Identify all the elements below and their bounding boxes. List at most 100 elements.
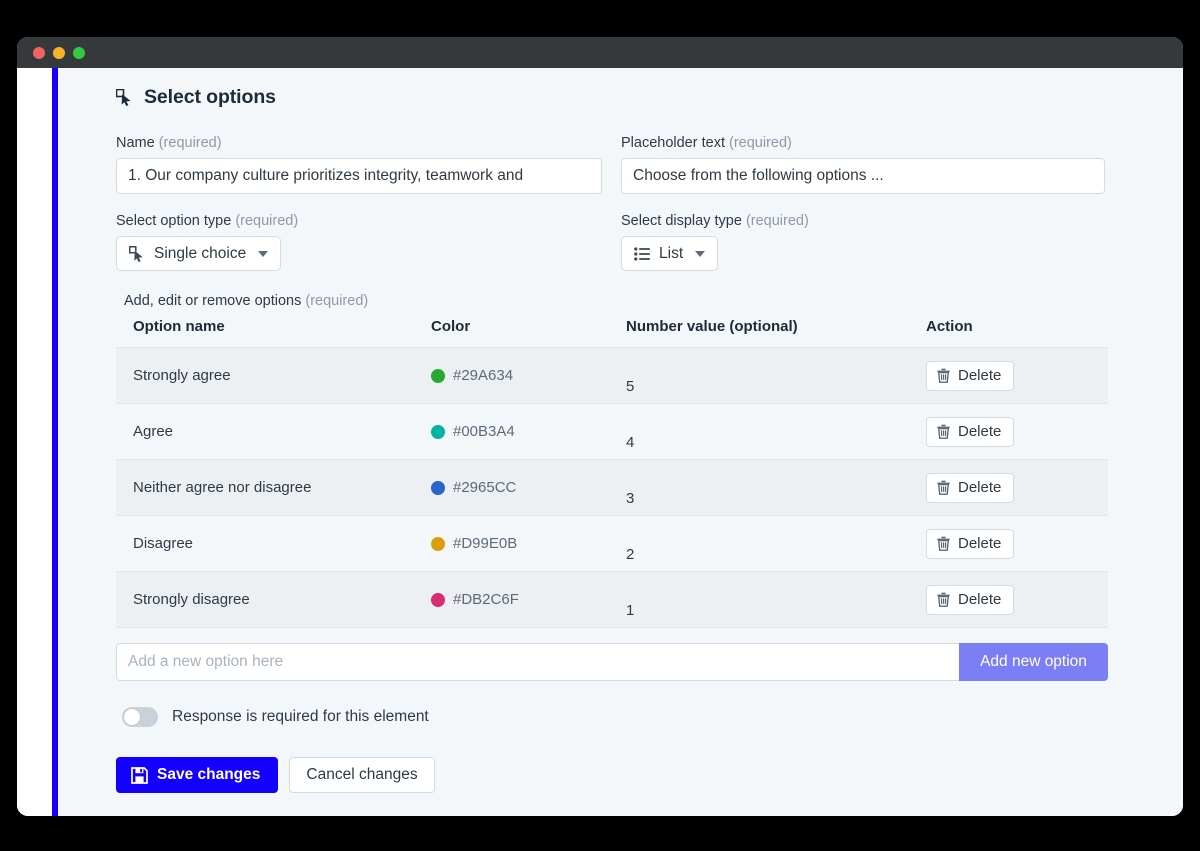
option-color-cell[interactable]: #29A634 [431, 347, 626, 404]
delete-option-button[interactable]: Delete [926, 528, 1015, 559]
table-row: Agree #00B3A4 4 Delete [116, 403, 1108, 460]
option-color-cell[interactable]: #DB2C6F [431, 571, 626, 628]
option-type-label: Select option type (required) [116, 213, 299, 229]
add-option-row: Add new option [116, 643, 1108, 681]
color-swatch-icon [431, 480, 445, 495]
chevron-down-icon [695, 250, 706, 257]
list-icon [634, 246, 650, 262]
save-changes-label: Save changes [157, 766, 261, 783]
section-header: Select options [116, 86, 1183, 109]
option-type-group: Select option type (required) Single cho… [116, 213, 621, 271]
placeholder-field-group: Placeholder text (required) [621, 135, 1111, 194]
color-hex-label: #DB2C6F [453, 591, 519, 608]
add-option-input[interactable] [116, 643, 959, 681]
name-field-label: Name (required) [116, 135, 222, 151]
color-swatch-icon [431, 368, 445, 383]
option-number-cell[interactable]: 1 [626, 571, 926, 628]
name-field-group: Name (required) [116, 135, 621, 194]
chevron-down-icon [258, 250, 269, 257]
table-row: Strongly disagree #DB2C6F 1 Delete [116, 571, 1108, 628]
delete-label: Delete [958, 591, 1002, 608]
option-color-cell[interactable]: #00B3A4 [431, 403, 626, 460]
column-header-color: Color [431, 318, 626, 348]
options-table-label: Add, edit or remove options (required) [124, 293, 369, 309]
name-input[interactable] [116, 158, 602, 194]
placeholder-field-label: Placeholder text (required) [621, 135, 792, 151]
delete-option-button[interactable]: Delete [926, 584, 1015, 615]
window-titlebar [17, 37, 1183, 68]
trash-icon [936, 424, 951, 439]
delete-label: Delete [958, 367, 1002, 384]
option-number-value: 1 [626, 602, 635, 619]
delete-option-button[interactable]: Delete [926, 472, 1015, 503]
delete-option-button[interactable]: Delete [926, 416, 1015, 447]
column-header-option-name: Option name [116, 318, 431, 348]
trash-icon [936, 480, 951, 495]
option-action-cell: Delete [926, 347, 1108, 404]
save-changes-button[interactable]: Save changes [116, 757, 279, 793]
option-action-cell: Delete [926, 459, 1108, 516]
response-required-label: Response is required for this element [172, 708, 429, 725]
table-row: Neither agree nor disagree #2965CC 3 Delete [116, 459, 1108, 516]
option-color-cell[interactable]: #2965CC [431, 459, 626, 516]
color-swatch-icon [431, 536, 445, 551]
table-row: Disagree #D99E0B 2 Delete [116, 515, 1108, 572]
option-number-value: 3 [626, 490, 635, 507]
maximize-window-button[interactable] [73, 46, 85, 59]
option-name-cell[interactable]: Strongly disagree [116, 571, 431, 628]
option-name-cell[interactable]: Neither agree nor disagree [116, 459, 431, 516]
minimize-window-button[interactable] [53, 46, 65, 59]
window-body: Select options Name (required) 1. Our co… [17, 68, 1183, 816]
options-table-header: Option name Color Number value (optional… [116, 318, 1108, 348]
display-type-dropdown[interactable]: List [621, 236, 719, 271]
option-name-cell[interactable]: Strongly agree [116, 347, 431, 404]
option-number-cell[interactable]: 5 [626, 347, 926, 404]
response-required-toggle[interactable] [122, 707, 158, 727]
color-hex-label: #29A634 [453, 367, 514, 384]
options-table-required-tag: (required) [305, 293, 369, 309]
color-swatch-icon [431, 592, 445, 607]
page-title: Select options [144, 86, 276, 108]
option-number-value: 4 [626, 434, 635, 451]
option-name-cell[interactable]: Agree [116, 403, 431, 460]
placeholder-text-input[interactable] [621, 158, 1105, 194]
footer-actions: Save changes Cancel changes [116, 757, 1183, 793]
display-type-required-tag: (required) [745, 213, 809, 229]
option-number-value: 5 [626, 378, 635, 395]
option-action-cell: Delete [926, 571, 1108, 628]
option-color-cell[interactable]: #D99E0B [431, 515, 626, 572]
option-number-cell[interactable]: 4 [626, 403, 926, 460]
option-type-dropdown[interactable]: Single choice [116, 236, 282, 271]
type-select-row: Select option type (required) Single cho… [116, 213, 1183, 271]
close-window-button[interactable] [33, 46, 45, 59]
select-pointer-icon [129, 245, 145, 262]
trash-icon [936, 536, 951, 551]
cancel-changes-button[interactable]: Cancel changes [289, 757, 435, 793]
delete-option-button[interactable]: Delete [926, 360, 1015, 391]
color-swatch-icon [431, 424, 445, 439]
trash-icon [936, 368, 951, 383]
trash-icon [936, 592, 951, 607]
option-type-required-tag: (required) [235, 213, 299, 229]
screen: Select options Name (required) 1. Our co… [0, 0, 1200, 851]
left-gutter [17, 68, 52, 816]
delete-label: Delete [958, 423, 1002, 440]
option-type-selected-value: Single choice [154, 244, 247, 262]
toggle-knob [123, 708, 141, 726]
required-toggle-row: Response is required for this element [122, 707, 1183, 727]
option-action-cell: Delete [926, 403, 1108, 460]
table-row: Strongly agree #29A634 5 Delete [116, 347, 1108, 404]
add-new-option-button[interactable]: Add new option [959, 643, 1108, 681]
option-name-cell[interactable]: Disagree [116, 515, 431, 572]
delete-label: Delete [958, 479, 1002, 496]
display-type-label: Select display type (required) [621, 213, 809, 229]
name-required-tag: (required) [158, 135, 222, 151]
save-floppy-icon [131, 766, 148, 784]
column-header-number-value: Number value (optional) [626, 318, 926, 348]
placeholder-required-tag: (required) [729, 135, 792, 151]
option-number-cell[interactable]: 2 [626, 515, 926, 572]
option-number-cell[interactable]: 3 [626, 459, 926, 516]
color-hex-label: #00B3A4 [453, 423, 515, 440]
options-table-body: Strongly agree #29A634 5 Delete Agree #00B3A4… [116, 347, 1108, 628]
app-window: Select options Name (required) 1. Our co… [17, 37, 1183, 816]
